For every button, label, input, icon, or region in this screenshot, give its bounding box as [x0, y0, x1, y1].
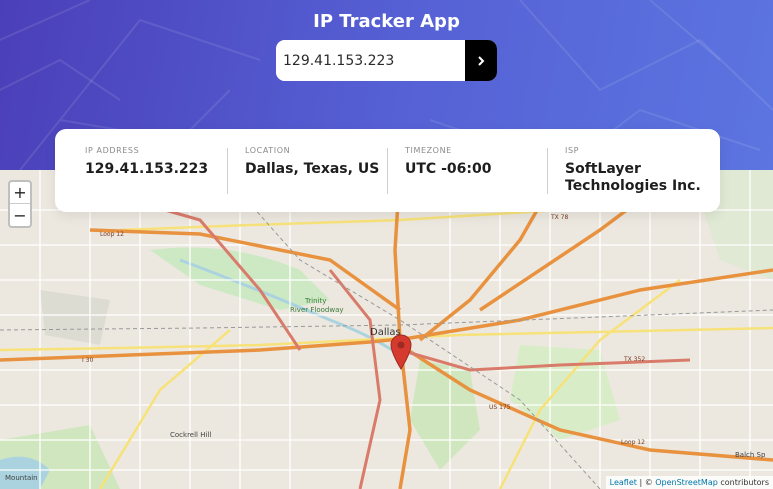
timezone-value: UTC -06:00 — [405, 161, 492, 177]
ip-address-cell: IP ADDRESS 129.41.153.223 — [55, 146, 227, 212]
map-label-cockrell-hill: Cockrell Hill — [170, 431, 211, 439]
attribution-suffix: contributors — [717, 478, 769, 487]
zoom-out-button[interactable]: − — [10, 204, 30, 226]
leaflet-link[interactable]: Leaflet — [610, 478, 637, 487]
location-label: LOCATION — [245, 146, 291, 155]
timezone-label: TIMEZONE — [405, 146, 452, 155]
map-label-mountain-creek: Mountain — [5, 474, 38, 482]
map-label-balch-springs: Balch Sp — [735, 451, 766, 459]
map-label-river-floodway: River Floodway — [290, 306, 344, 314]
map-label-us175: US 175 — [489, 404, 511, 411]
isp-cell: ISP SoftLayer Technologies Inc. — [547, 146, 720, 212]
map-tiles[interactable]: Dallas Trinity River Floodway Cockrell H… — [0, 170, 773, 489]
location-marker[interactable] — [390, 334, 412, 374]
search-input[interactable] — [276, 40, 465, 81]
map[interactable]: Dallas Trinity River Floodway Cockrell H… — [0, 170, 773, 489]
map-label-loop12-nw: Loop 12 — [100, 231, 124, 238]
app-title: IP Tracker App — [313, 11, 460, 32]
isp-label: ISP — [565, 146, 580, 155]
osm-link[interactable]: OpenStreetMap — [655, 478, 718, 487]
map-label-trinity: Trinity — [304, 297, 326, 305]
chevron-right-icon — [478, 55, 485, 66]
location-cell: LOCATION Dallas, Texas, US — [227, 146, 387, 212]
timezone-cell: TIMEZONE UTC -06:00 — [387, 146, 547, 212]
search-submit-button[interactable] — [465, 40, 497, 81]
attribution-separator: | © — [636, 478, 656, 487]
isp-value: SoftLayer Technologies Inc. — [565, 161, 701, 194]
map-attribution: Leaflet | © OpenStreetMap contributors — [605, 476, 773, 489]
map-label-i30: I 30 — [82, 357, 93, 364]
map-label-tx352: TX 352 — [623, 356, 645, 363]
ip-info-card: IP ADDRESS 129.41.153.223 LOCATION Dalla… — [55, 129, 720, 212]
map-marker-icon — [390, 334, 412, 370]
map-label-tx78: TX 78 — [550, 214, 569, 221]
location-value: Dallas, Texas, US — [245, 161, 380, 177]
ip-address-value: 129.41.153.223 — [85, 161, 209, 177]
ip-address-label: IP ADDRESS — [85, 146, 140, 155]
search-bar — [276, 40, 497, 81]
map-label-loop12-se: Loop 12 — [621, 439, 645, 446]
zoom-control: + − — [8, 180, 32, 228]
zoom-in-button[interactable]: + — [10, 182, 30, 204]
